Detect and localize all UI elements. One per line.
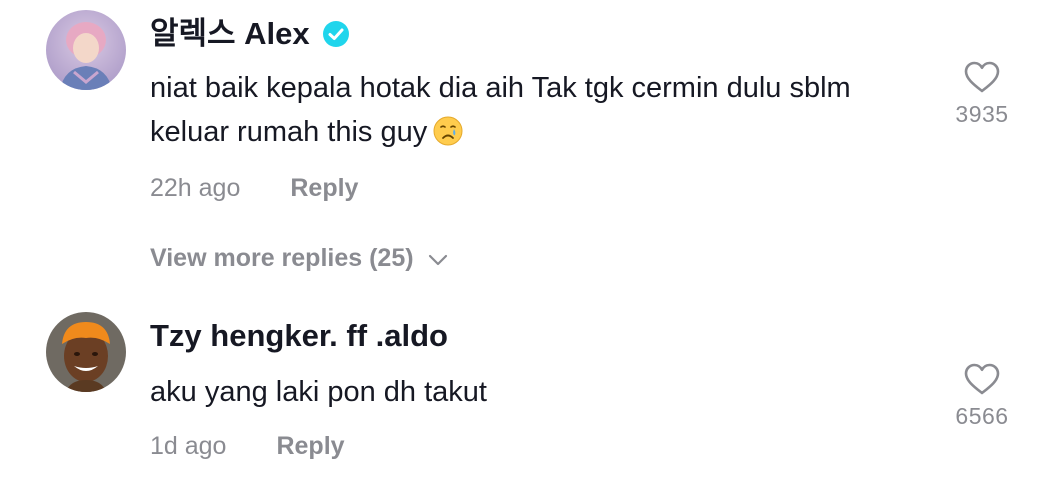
comment-timestamp: 1d ago xyxy=(150,432,227,460)
comment-text-line: niat baik kepala hotak dia aih Tak tgk c… xyxy=(150,72,851,104)
view-more-replies-button[interactable]: View more replies (25) xyxy=(150,244,448,273)
username-text: Tzy hengker. ff .aldo xyxy=(150,318,448,353)
avatar[interactable] xyxy=(46,10,126,90)
comment-username[interactable]: 알렉스 Alex xyxy=(150,16,350,52)
comment-text-line: aku yang laki pon dh takut xyxy=(150,376,487,408)
comment-meta: 22h ago Reply xyxy=(150,173,358,203)
comment-timestamp: 22h ago xyxy=(150,174,241,202)
comments-panel: 알렉스 Alex niat baik kepala hotak dia aih … xyxy=(0,0,1040,486)
heart-outline-icon[interactable] xyxy=(963,362,1001,401)
like-count: 3935 xyxy=(955,101,1009,127)
reply-button[interactable]: Reply xyxy=(276,431,344,461)
crying-face-emoji-icon xyxy=(433,115,463,146)
comment-username[interactable]: Tzy hengker. ff .aldo xyxy=(150,318,448,354)
comment-meta: 1d ago Reply xyxy=(150,431,345,461)
chevron-down-icon xyxy=(428,244,448,273)
like-count: 6566 xyxy=(955,403,1009,429)
comment-text-line: keluar rumah this guy xyxy=(150,110,940,154)
heart-outline-icon[interactable] xyxy=(963,60,1001,99)
username-text: 알렉스 Alex xyxy=(150,16,310,51)
comment-text: niat baik kepala hotak dia aih Tak tgk c… xyxy=(150,66,940,154)
reply-button[interactable]: Reply xyxy=(290,173,358,203)
comment-text: aku yang laki pon dh takut xyxy=(150,370,940,414)
avatar[interactable] xyxy=(46,312,126,392)
like-button[interactable]: 3935 xyxy=(942,60,1022,128)
like-button[interactable]: 6566 xyxy=(942,362,1022,430)
verified-badge-icon xyxy=(322,20,350,48)
view-more-replies-label: View more replies (25) xyxy=(150,244,414,272)
